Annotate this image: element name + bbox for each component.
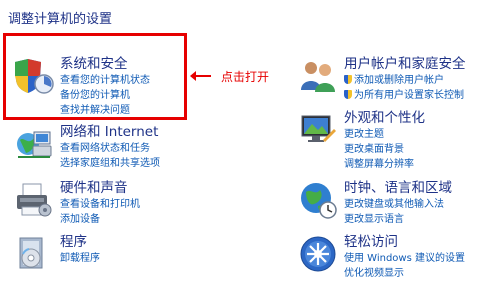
category-title[interactable]: 用户帐户和家庭安全	[344, 56, 466, 72]
network-icon	[14, 124, 54, 164]
link-view-network-status[interactable]: 查看网络状态和任务	[60, 141, 160, 156]
ease-of-access-icon	[298, 234, 338, 274]
globe-clock-icon	[298, 180, 338, 220]
programs-icon	[14, 234, 54, 274]
category-title[interactable]: 网络和 Internet	[60, 124, 158, 140]
page-title: 调整计算机的设置	[8, 12, 113, 27]
link-optimize-display[interactable]: 优化视频显示	[344, 266, 465, 281]
link-recommended-settings[interactable]: 使用 Windows 建议的设置	[344, 251, 465, 266]
category-title[interactable]: 时钟、语言和区域	[344, 180, 452, 196]
link-change-display-language[interactable]: 更改显示语言	[344, 212, 444, 227]
link-homegroup-sharing[interactable]: 选择家庭组和共享选项	[60, 156, 160, 171]
users-icon	[298, 56, 338, 96]
category-title[interactable]: 外观和个性化	[344, 110, 425, 126]
link-parental-controls[interactable]: 为所有用户设置家长控制	[344, 88, 464, 103]
link-add-device[interactable]: 添加设备	[60, 212, 140, 227]
link-screen-resolution[interactable]: 调整屏幕分辨率	[344, 157, 414, 172]
highlight-box	[3, 33, 187, 120]
link-change-input-method[interactable]: 更改键盘或其他输入法	[344, 197, 444, 212]
appearance-icon	[298, 110, 338, 150]
annotation-label: 点击打开	[221, 70, 270, 84]
category-title[interactable]: 程序	[60, 234, 87, 250]
category-title[interactable]: 轻松访问	[344, 234, 398, 250]
link-devices-printers[interactable]: 查看设备和打印机	[60, 197, 140, 212]
link-change-background[interactable]: 更改桌面背景	[344, 142, 414, 157]
printer-icon	[14, 180, 54, 220]
link-add-remove-accounts[interactable]: 添加或删除用户帐户	[344, 73, 464, 88]
link-uninstall-program[interactable]: 卸载程序	[60, 251, 100, 266]
annotation-arrow-icon	[190, 71, 211, 81]
category-title[interactable]: 硬件和声音	[60, 180, 128, 196]
link-change-theme[interactable]: 更改主题	[344, 127, 414, 142]
